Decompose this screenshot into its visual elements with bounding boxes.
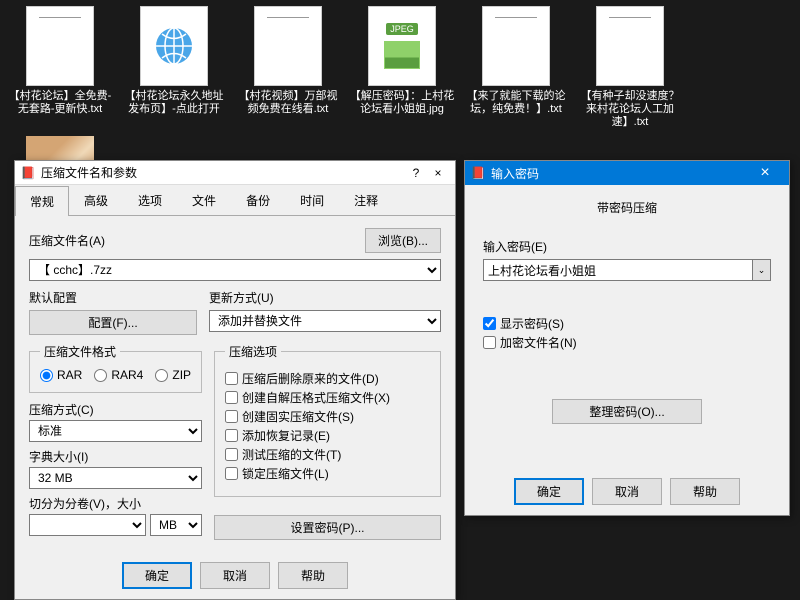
- file-item[interactable]: 【村花视频】万部视频免费在线看.txt: [234, 6, 342, 130]
- password-input-label: 输入密码(E): [483, 240, 547, 254]
- default-profile-label: 默认配置: [29, 291, 77, 305]
- format-rar[interactable]: RAR: [40, 368, 82, 382]
- password-dialog: 📕 输入密码 × 带密码压缩 输入密码(E) ⌄ 显示密码(S) 加密文件名(N…: [464, 160, 790, 516]
- show-password-check[interactable]: 显示密码(S): [483, 315, 771, 332]
- ok-button[interactable]: 确定: [514, 478, 584, 505]
- set-password-button[interactable]: 设置密码(P)...: [214, 515, 441, 540]
- opt-lock[interactable]: 锁定压缩文件(L): [225, 465, 430, 482]
- opt-delete[interactable]: 压缩后删除原来的文件(D): [225, 370, 430, 387]
- compress-dialog: 📕 压缩文件名和参数 ? × 常规 高级 选项 文件 备份 时间 注释 压缩文件…: [14, 160, 456, 600]
- update-mode-select[interactable]: 添加并替换文件: [209, 310, 441, 332]
- globe-icon: [140, 6, 208, 86]
- dict-label: 字典大小(I): [29, 450, 88, 464]
- split-label: 切分为分卷(V)，大小: [29, 497, 141, 511]
- txt-icon: [26, 6, 94, 86]
- file-item[interactable]: 【村花论坛永久地址发布页】-点此打开: [120, 6, 228, 130]
- opt-test[interactable]: 测试压缩的文件(T): [225, 446, 430, 463]
- update-mode-label: 更新方式(U): [209, 291, 274, 305]
- split-unit-select[interactable]: MB: [150, 514, 202, 536]
- txt-icon: [482, 6, 550, 86]
- method-select[interactable]: 标准: [29, 420, 202, 442]
- dict-select[interactable]: 32 MB: [29, 467, 202, 489]
- file-item[interactable]: 【村花论坛】全免费-无套路-更新快.txt: [6, 6, 114, 130]
- format-zip[interactable]: ZIP: [155, 368, 191, 382]
- password-input[interactable]: [483, 259, 753, 281]
- jpeg-icon: JPEG: [368, 6, 436, 86]
- cancel-button[interactable]: 取消: [200, 562, 270, 589]
- browse-button[interactable]: 浏览(B)...: [365, 228, 441, 253]
- opt-solid[interactable]: 创建固实压缩文件(S): [225, 408, 430, 425]
- encrypt-names-check[interactable]: 加密文件名(N): [483, 334, 771, 351]
- tabs: 常规 高级 选项 文件 备份 时间 注释: [15, 185, 455, 216]
- tab-comment[interactable]: 注释: [339, 185, 393, 215]
- txt-icon: [254, 6, 322, 86]
- close-button[interactable]: ×: [427, 166, 449, 180]
- titlebar[interactable]: 📕 压缩文件名和参数 ? ×: [15, 161, 455, 185]
- app-icon: 📕: [21, 166, 35, 180]
- options-legend: 压缩选项: [225, 343, 281, 360]
- manage-passwords-button[interactable]: 整理密码(O)...: [552, 399, 702, 424]
- tab-general[interactable]: 常规: [15, 186, 69, 216]
- file-item[interactable]: JPEG 【解压密码】：上村花论坛看小姐姐.jpg: [348, 6, 456, 130]
- split-size-select[interactable]: [29, 514, 146, 536]
- titlebar[interactable]: 📕 输入密码 ×: [465, 161, 789, 185]
- tab-backup[interactable]: 备份: [231, 185, 285, 215]
- profiles-button[interactable]: 配置(F)...: [29, 310, 197, 335]
- opt-sfx[interactable]: 创建自解压格式压缩文件(X): [225, 389, 430, 406]
- ok-button[interactable]: 确定: [122, 562, 192, 589]
- tab-options[interactable]: 选项: [123, 185, 177, 215]
- txt-icon: [596, 6, 664, 86]
- archive-name-input[interactable]: 【 cchc】.7zz: [29, 259, 441, 281]
- dropdown-button[interactable]: ⌄: [753, 259, 771, 281]
- help-button[interactable]: 帮助: [670, 478, 740, 505]
- method-label: 压缩方式(C): [29, 403, 94, 417]
- tab-files[interactable]: 文件: [177, 185, 231, 215]
- file-item[interactable]: 【有种子却没速度？来村花论坛人工加速】.txt: [576, 6, 684, 130]
- archive-name-label: 压缩文件名(A): [29, 232, 105, 249]
- close-button[interactable]: ×: [747, 161, 783, 185]
- tab-advanced[interactable]: 高级: [69, 185, 123, 215]
- file-item[interactable]: 【来了就能下载的论坛，纯免费！】.txt: [462, 6, 570, 130]
- help-button[interactable]: ?: [405, 166, 427, 180]
- tab-time[interactable]: 时间: [285, 185, 339, 215]
- opt-recovery[interactable]: 添加恢复记录(E): [225, 427, 430, 444]
- format-legend: 压缩文件格式: [40, 343, 120, 360]
- format-rar4[interactable]: RAR4: [94, 368, 143, 382]
- cancel-button[interactable]: 取消: [592, 478, 662, 505]
- password-heading: 带密码压缩: [483, 199, 771, 216]
- app-icon: 📕: [471, 166, 485, 180]
- help-button[interactable]: 帮助: [278, 562, 348, 589]
